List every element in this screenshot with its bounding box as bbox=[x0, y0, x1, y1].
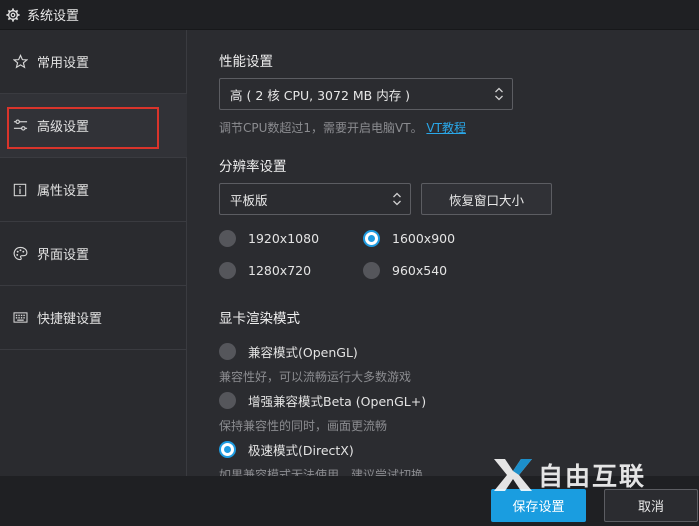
radio-label: 增强兼容模式Beta (OpenGL+) bbox=[248, 394, 427, 409]
sliders-icon bbox=[12, 118, 28, 134]
performance-select-value: 高 ( 2 核 CPU, 3072 MB 内存 ) bbox=[230, 87, 411, 103]
performance-hint-text: 调节CPU数超过1，需要开启电脑VT。 bbox=[219, 121, 423, 135]
sidebar-item-shortcuts[interactable]: 快捷键设置 bbox=[0, 286, 187, 350]
radio-dot bbox=[219, 392, 236, 409]
radio-dot bbox=[363, 262, 380, 279]
radio-dot-selected bbox=[219, 441, 236, 458]
directx-desc: 如果兼容模式无法使用，建议尝试切换 bbox=[219, 468, 424, 476]
radio-label: 1920x1080 bbox=[248, 231, 320, 246]
restore-window-size-button[interactable]: 恢复窗口大小 bbox=[421, 183, 552, 215]
save-settings-button[interactable]: 保存设置 bbox=[491, 489, 586, 522]
render-mode-title: 显卡渲染模式 bbox=[219, 311, 300, 327]
keyboard-icon bbox=[12, 310, 28, 326]
star-icon bbox=[12, 54, 28, 70]
radio-dot bbox=[219, 230, 236, 247]
radio-1280x720[interactable]: 1280x720 bbox=[219, 262, 311, 279]
performance-title: 性能设置 bbox=[219, 54, 273, 70]
gear-icon bbox=[6, 7, 20, 22]
title-bar: 系统设置 bbox=[0, 0, 699, 30]
sidebar-item-advanced[interactable]: 高级设置 bbox=[0, 94, 187, 158]
radio-label: 1280x720 bbox=[248, 263, 312, 278]
radio-opengl[interactable]: 兼容模式(OpenGL) bbox=[219, 342, 358, 361]
resolution-select-value: 平板版 bbox=[230, 192, 268, 208]
sidebar-item-label: 高级设置 bbox=[37, 120, 90, 135]
radio-opengl-plus[interactable]: 增强兼容模式Beta (OpenGL+) bbox=[219, 391, 426, 410]
sidebar-item-interface[interactable]: 界面设置 bbox=[0, 222, 187, 286]
settings-panel: 性能设置 高 ( 2 核 CPU, 3072 MB 内存 ) 调节CPU数超过1… bbox=[188, 30, 699, 476]
radio-label: 兼容模式(OpenGL) bbox=[248, 345, 358, 360]
performance-hint: 调节CPU数超过1，需要开启电脑VT。 VT教程 bbox=[219, 119, 466, 136]
cancel-button[interactable]: 取消 bbox=[604, 489, 698, 522]
resolution-select[interactable]: 平板版 bbox=[219, 183, 411, 215]
opengl-plus-desc: 保持兼容性的同时，画面更流畅 bbox=[219, 419, 388, 433]
radio-directx[interactable]: 极速模式(DirectX) bbox=[219, 440, 354, 459]
info-icon bbox=[12, 182, 28, 198]
radio-dot bbox=[219, 343, 236, 360]
radio-dot bbox=[219, 262, 236, 279]
sidebar-item-label: 界面设置 bbox=[37, 248, 90, 263]
performance-select[interactable]: 高 ( 2 核 CPU, 3072 MB 内存 ) bbox=[219, 78, 513, 110]
sidebar-item-label: 快捷键设置 bbox=[37, 312, 103, 327]
chevron-updown-icon bbox=[495, 87, 503, 101]
radio-1600x900[interactable]: 1600x900 bbox=[363, 230, 455, 247]
sidebar-item-label: 属性设置 bbox=[37, 184, 90, 199]
radio-1920x1080[interactable]: 1920x1080 bbox=[219, 230, 319, 247]
radio-dot-selected bbox=[363, 230, 380, 247]
opengl-desc: 兼容性好，可以流畅运行大多数游戏 bbox=[219, 370, 412, 384]
sidebar-item-common[interactable]: 常用设置 bbox=[0, 30, 187, 94]
chevron-updown-icon bbox=[393, 192, 401, 206]
vt-tutorial-link[interactable]: VT教程 bbox=[426, 121, 466, 135]
sidebar-item-label: 常用设置 bbox=[37, 56, 90, 71]
sidebar-item-properties[interactable]: 属性设置 bbox=[0, 158, 187, 222]
palette-icon bbox=[12, 246, 28, 262]
radio-label: 1600x900 bbox=[392, 231, 456, 246]
radio-label: 960x540 bbox=[392, 263, 448, 278]
radio-960x540[interactable]: 960x540 bbox=[363, 262, 447, 279]
footer: 保存设置 取消 bbox=[0, 476, 699, 526]
window-title: 系统设置 bbox=[27, 9, 80, 24]
sidebar: 常用设置 高级设置 属性设置 界面设置 快捷键设置 bbox=[0, 30, 187, 476]
resolution-title: 分辨率设置 bbox=[219, 159, 287, 175]
radio-label: 极速模式(DirectX) bbox=[248, 443, 354, 458]
